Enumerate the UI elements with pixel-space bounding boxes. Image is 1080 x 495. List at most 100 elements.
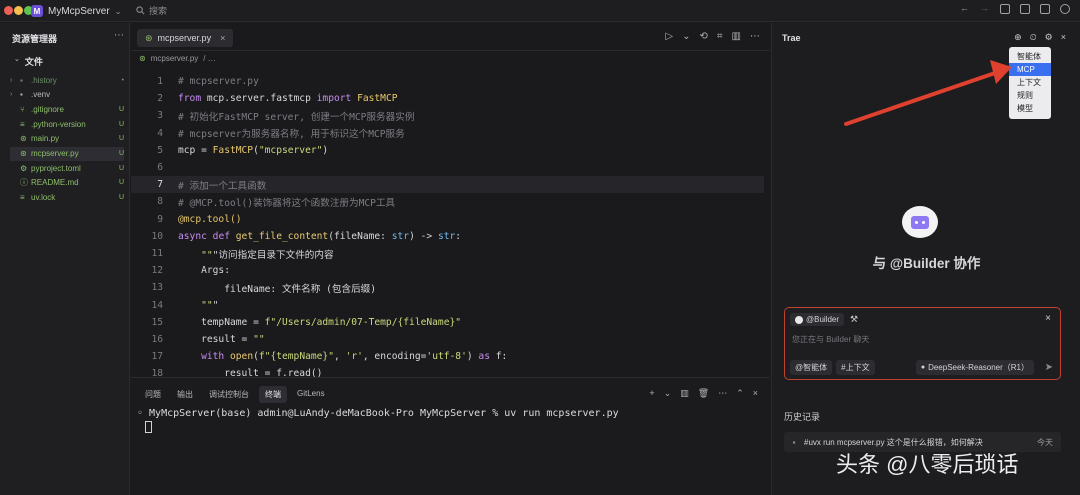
chat-input-box[interactable]: @Builder ⚒ × 您正在与 Builder 聊天 @智能体 #上下文 ●…	[784, 307, 1061, 380]
menu-item-context[interactable]: 上下文	[1009, 76, 1051, 89]
toggle-sidebar-icon[interactable]	[1000, 4, 1010, 14]
code-line[interactable]: 3 # 初始化FastMCP server, 创建一个MCP服务器实例	[131, 107, 764, 124]
close-window-button[interactable]	[4, 6, 13, 15]
code-line[interactable]: 2 from mcp.server.fastmcp import FastMCP	[131, 90, 764, 107]
code-line[interactable]: 10 async def get_file_content(fileName: s…	[131, 228, 764, 245]
file-tree-item[interactable]: ⊛ main.py U	[10, 132, 124, 146]
trash-icon[interactable]: 🗑	[698, 388, 709, 399]
tab-output[interactable]: 输出	[171, 386, 199, 403]
tab-problems[interactable]: 问题	[139, 386, 167, 403]
run-options-icon[interactable]: ⌄	[682, 31, 690, 42]
builder-chip-label: @Builder	[806, 315, 840, 324]
more-icon[interactable]: ⋯	[750, 31, 760, 42]
file-tree-item[interactable]: ≡ .python-version U	[10, 117, 124, 131]
more-icon[interactable]: ⋯	[114, 30, 124, 41]
send-icon[interactable]: ➤	[1045, 362, 1053, 373]
tab-gitlens[interactable]: GitLens	[291, 386, 331, 403]
tab-debug-console[interactable]: 调试控制台	[203, 386, 255, 403]
close-panel-icon[interactable]: ×	[753, 388, 758, 399]
code-text: async def get_file_content(fileName: str…	[178, 230, 462, 242]
toml-file-icon: ⚙	[20, 163, 28, 173]
code-line[interactable]: 4 # mcpserver为服务器名称, 用于标识这个MCP服务	[131, 125, 764, 142]
more-icon[interactable]: ⋯	[718, 388, 727, 399]
line-number: 14	[151, 299, 163, 311]
file-tree-item[interactable]: › ▪ .venv	[10, 88, 124, 102]
info-icon: ⓘ	[20, 178, 28, 188]
terminal-options-icon[interactable]: ⌄	[664, 388, 672, 399]
file-tree-item[interactable]: ⊛ mcpserver.py U	[10, 146, 124, 161]
context-button[interactable]: #上下文	[836, 360, 875, 375]
code-line[interactable]: 16 result = ""	[131, 331, 764, 348]
git-status-badge: U	[118, 150, 124, 157]
close-tab-icon[interactable]: ×	[220, 33, 225, 43]
run-icon[interactable]: ▷	[665, 31, 673, 42]
code-line[interactable]: 1 # mcpserver.py	[131, 73, 764, 90]
account-icon[interactable]	[1060, 4, 1070, 14]
toggle-panel-icon[interactable]	[1020, 4, 1030, 14]
file-name: README.md	[31, 178, 79, 188]
terminal-output[interactable]: ◦ MyMcpServer(base) admin@LuAndy-deMacBo…	[137, 408, 619, 419]
code-line[interactable]: 8 # @MCP.tool()装饰器将这个函数注册为MCP工具	[131, 193, 764, 210]
chevron-down-icon: ⌄	[114, 6, 122, 16]
file-tree-item[interactable]: ⚙ pyproject.toml U	[10, 161, 124, 175]
project-name: MyMcpServer	[48, 5, 110, 17]
history-icon[interactable]: ⏲	[1030, 32, 1037, 43]
history-item-time: 今天	[1037, 437, 1053, 447]
file-name: .python-version	[31, 119, 86, 129]
code-line[interactable]: 9 @mcp.tool()	[131, 211, 764, 228]
editor-area: ⊛ mcpserver.py × ▷ ⌄ ⟲ ⌗ ▥ ⋯ ⊛ mcpserver.py /…	[131, 23, 770, 379]
close-icon[interactable]: ×	[1061, 32, 1066, 43]
file-tree-item[interactable]: ⑂ .gitignore U	[10, 102, 124, 116]
explorer-sidebar: 资源管理器 ⋯ ⌄ 文件 › ▪ .history • › ▪ .venv ⑂ .gitigno…	[0, 23, 130, 495]
back-icon[interactable]: ←	[960, 4, 970, 14]
diff-icon[interactable]: ⌗	[717, 31, 723, 42]
new-terminal-icon[interactable]: +	[649, 388, 654, 399]
close-icon[interactable]: ×	[1045, 313, 1051, 324]
menu-item-rules[interactable]: 规则	[1009, 89, 1051, 102]
gear-icon[interactable]: ⚙	[1045, 32, 1053, 43]
code-line[interactable]: 7 # 添加一个工具函数	[131, 176, 764, 194]
model-selector[interactable]: ● DeepSeek-Reasoner（R1）	[915, 360, 1034, 375]
tool-icon[interactable]: ⚒	[850, 314, 858, 325]
tab-label: mcpserver.py	[157, 33, 212, 43]
chat-placeholder[interactable]: 您正在与 Builder 聊天	[792, 334, 869, 345]
menu-item-agent[interactable]: 智能体	[1009, 50, 1051, 63]
file-tree-item[interactable]: ⓘ README.md U	[10, 176, 124, 190]
tab-mcpserver[interactable]: ⊛ mcpserver.py ×	[137, 29, 234, 47]
builder-chip[interactable]: @Builder	[790, 313, 845, 326]
minimize-window-button[interactable]	[14, 6, 23, 15]
code-line[interactable]: 15 tempName = f"/Users/admin/07-Temp/{fi…	[131, 314, 764, 331]
split-terminal-icon[interactable]: ▥	[680, 388, 689, 399]
search-box[interactable]: 搜索	[136, 4, 167, 17]
split-editor-icon[interactable]: ▥	[732, 31, 741, 42]
git-status-badge: •	[121, 76, 124, 84]
menu-item-models[interactable]: 模型	[1009, 102, 1051, 115]
breadcrumb-file[interactable]: mcpserver.py	[151, 54, 199, 63]
code-line[interactable]: 11 """访问指定目录下文件的内容	[131, 245, 764, 262]
toggle-aux-icon[interactable]	[1040, 4, 1050, 14]
history-icon[interactable]: ⟲	[700, 31, 708, 42]
code-line[interactable]: 5 mcp = FastMCP("mcpserver")	[131, 142, 764, 159]
maximize-panel-icon[interactable]: ⌃	[736, 388, 744, 399]
code-line[interactable]: 14 """	[131, 297, 764, 314]
project-switcher[interactable]: M MyMcpServer ⌄	[31, 3, 121, 19]
line-number: 4	[157, 127, 163, 139]
code-line[interactable]: 13 fileName: 文件名称 (包含后缀)	[131, 279, 764, 296]
forward-icon[interactable]: →	[980, 4, 990, 14]
file-tree-item[interactable]: › ▪ .history •	[10, 73, 124, 87]
code-line[interactable]: 12 Args:	[131, 262, 764, 279]
code-text: mcp = FastMCP("mcpserver")	[178, 144, 329, 156]
code-line[interactable]: 17 with open(f"{tempName}", 'r', encodin…	[131, 348, 764, 365]
line-number: 2	[157, 93, 163, 105]
menu-item-mcp[interactable]: MCP	[1009, 63, 1051, 76]
file-icon: ≡	[20, 119, 25, 129]
code-line[interactable]: 6	[131, 159, 764, 176]
project-badge: M	[31, 5, 43, 17]
new-chat-icon[interactable]: ⊕	[1014, 32, 1022, 43]
breadcrumb-more[interactable]: / …	[203, 54, 215, 63]
file-tree-item[interactable]: ≡ uv.lock U	[10, 191, 124, 205]
files-section-header[interactable]: ⌄ 文件	[14, 55, 43, 68]
agent-button[interactable]: @智能体	[790, 360, 833, 375]
tab-terminal[interactable]: 终端	[259, 386, 287, 403]
builder-avatar	[902, 206, 938, 238]
